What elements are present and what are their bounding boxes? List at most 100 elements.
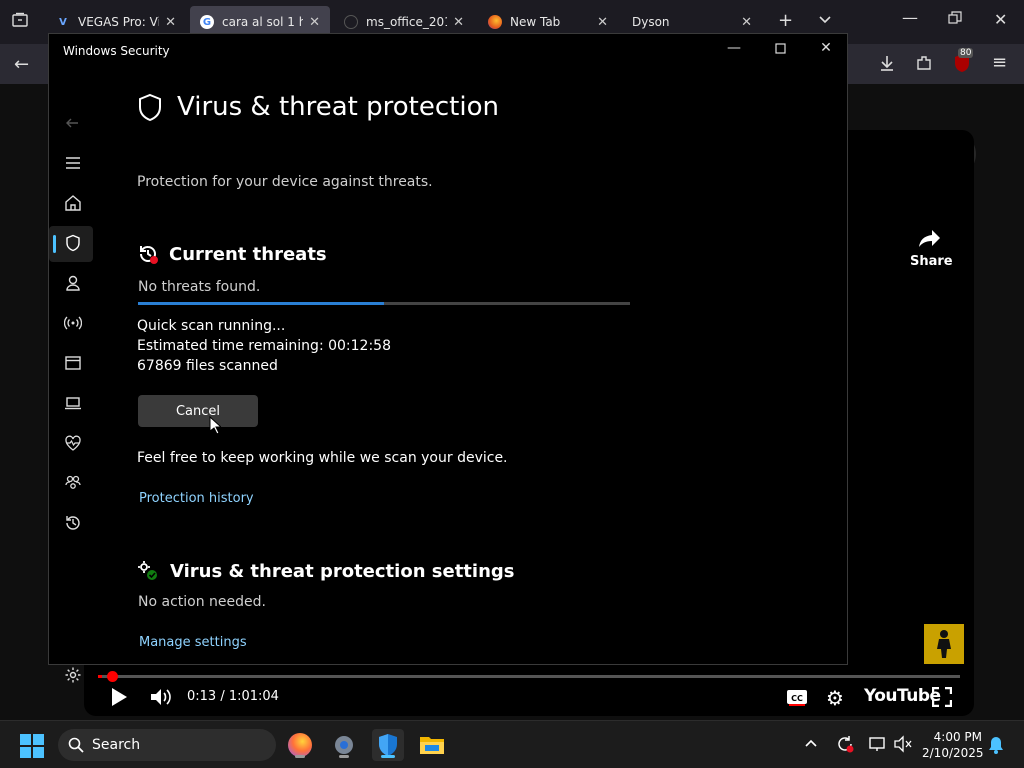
- protection-history-icon[interactable]: [59, 509, 87, 537]
- tab-overview-icon[interactable]: [12, 12, 28, 32]
- windows-security-taskbar-icon[interactable]: [372, 729, 404, 761]
- manage-settings-link[interactable]: Manage settings: [139, 635, 247, 650]
- window-title: Windows Security: [63, 44, 170, 58]
- share-button[interactable]: Share: [910, 228, 953, 269]
- firefox-taskbar-icon[interactable]: [284, 729, 316, 761]
- restore-icon[interactable]: [948, 10, 962, 29]
- tab-title: Dyson: [632, 15, 670, 29]
- volume-icon[interactable]: [150, 687, 172, 711]
- scan-progress-bar: [138, 302, 630, 305]
- file-explorer-taskbar-icon[interactable]: [416, 729, 448, 761]
- github-favicon-icon: [344, 15, 358, 29]
- protection-history-link[interactable]: Protection history: [139, 491, 254, 506]
- close-icon[interactable]: ✕: [811, 40, 841, 62]
- account-person-icon[interactable]: [59, 269, 87, 297]
- volume-muted-icon[interactable]: [894, 735, 912, 757]
- tab-title: ms_office_2010_: [366, 15, 447, 29]
- running-indicator: [295, 755, 305, 758]
- close-icon[interactable]: ✕: [309, 15, 320, 30]
- back-arrow-icon[interactable]: [59, 109, 87, 137]
- settings-status: No action needed.: [138, 594, 266, 610]
- current-threats-scan-icon: [137, 243, 159, 269]
- windows-taskbar: Search 4:00 PM 2/10/2025: [0, 720, 1024, 768]
- taskbar-clock[interactable]: 4:00 PM 2/10/2025: [922, 729, 984, 761]
- family-options-icon[interactable]: [59, 469, 87, 497]
- running-indicator: [339, 755, 349, 758]
- cancel-scan-button[interactable]: Cancel: [138, 395, 258, 427]
- ublock-icon[interactable]: 80: [952, 48, 974, 78]
- google-favicon-icon: G: [200, 15, 214, 29]
- share-label: Share: [910, 254, 953, 269]
- youtube-logo[interactable]: YouTube: [864, 686, 941, 706]
- share-arrow-icon: [919, 230, 940, 247]
- channel-watermark-icon[interactable]: [924, 624, 964, 664]
- shield-icon: [137, 93, 163, 127]
- close-icon[interactable]: ✕: [165, 15, 176, 30]
- menu-hamburger-icon[interactable]: ≡: [992, 52, 1007, 73]
- files-scanned: 67869 files scanned: [137, 358, 278, 374]
- chevron-up-icon[interactable]: [804, 735, 818, 754]
- page-title: Virus & threat protection: [177, 92, 499, 122]
- firewall-network-icon[interactable]: [59, 309, 87, 337]
- vegas-favicon-icon: V: [59, 16, 67, 28]
- window-titlebar[interactable]: Windows Security — ✕: [49, 34, 847, 68]
- clock-date: 2/10/2025: [922, 746, 984, 760]
- close-window-icon[interactable]: ✕: [994, 10, 1007, 29]
- network-display-icon[interactable]: [868, 735, 886, 757]
- close-icon[interactable]: ✕: [597, 15, 608, 30]
- device-health-heart-icon[interactable]: [59, 429, 87, 457]
- start-windows-icon[interactable]: [20, 734, 44, 762]
- threats-status: No threats found.: [138, 279, 261, 295]
- svg-text:CC: CC: [791, 694, 803, 703]
- time-remaining: Estimated time remaining: 00:12:58: [137, 338, 391, 354]
- download-icon[interactable]: [878, 54, 896, 76]
- settings-taskbar-icon[interactable]: [328, 729, 360, 761]
- scan-progress-fill: [138, 302, 384, 305]
- mouse-cursor-icon: [209, 415, 223, 438]
- tab-title: New Tab: [510, 15, 561, 29]
- search-icon: [68, 737, 84, 753]
- video-time: 0:13 / 1:01:04: [187, 689, 279, 704]
- close-icon[interactable]: ✕: [453, 15, 464, 30]
- hamburger-menu-icon[interactable]: [59, 149, 87, 177]
- nav-active-indicator: [53, 235, 56, 253]
- tab-title: VEGAS Pro: Vide: [78, 15, 159, 29]
- video-controls: 0:13 / 1:01:04 CC ⚙ YouTube: [84, 660, 974, 716]
- play-icon[interactable]: [110, 687, 128, 711]
- search-placeholder: Search: [92, 737, 141, 753]
- video-progress-fill: [98, 675, 103, 678]
- device-security-laptop-icon[interactable]: [59, 389, 87, 417]
- active-indicator: [381, 755, 395, 758]
- minimize-icon[interactable]: —: [902, 8, 918, 27]
- maximize-icon[interactable]: [765, 42, 795, 64]
- firefox-favicon-icon: [488, 15, 502, 29]
- home-icon[interactable]: [59, 189, 87, 217]
- clock-time: 4:00 PM: [933, 730, 982, 744]
- windows-security-window: Windows Security — ✕ Virus & threat prot…: [48, 33, 848, 683]
- back-arrow-icon[interactable]: ←: [14, 54, 29, 75]
- video-progress-bar[interactable]: [98, 671, 960, 682]
- extensions-icon[interactable]: [915, 54, 933, 76]
- taskbar-search-box[interactable]: Search: [58, 729, 276, 761]
- settings-heading: Virus & threat protection settings: [170, 561, 515, 582]
- captions-icon[interactable]: CC: [786, 688, 808, 710]
- video-scrubber[interactable]: [107, 671, 118, 682]
- settings-gear-icon[interactable]: [59, 661, 87, 689]
- security-sidebar: [49, 68, 97, 683]
- page-subtitle: Protection for your device against threa…: [137, 174, 433, 190]
- close-icon[interactable]: ✕: [741, 15, 752, 30]
- shield-icon[interactable]: [59, 229, 87, 257]
- notification-bell-icon[interactable]: [988, 736, 1004, 758]
- minimize-icon[interactable]: —: [719, 40, 749, 62]
- new-tab-plus-icon[interactable]: +: [778, 10, 793, 31]
- chevron-down-icon[interactable]: [818, 12, 832, 31]
- tab-title: cara al sol 1 hor: [222, 15, 304, 29]
- security-main-content: Virus & threat protection Protection for…: [137, 68, 837, 664]
- scan-status: Quick scan running...: [137, 318, 286, 334]
- settings-gear-icon[interactable]: ⚙: [826, 686, 844, 710]
- app-browser-control-icon[interactable]: [59, 349, 87, 377]
- settings-gears-icon: [137, 560, 159, 586]
- fullscreen-icon[interactable]: [931, 686, 953, 711]
- ublock-badge: 80: [958, 48, 974, 58]
- update-sync-icon[interactable]: [836, 735, 854, 757]
